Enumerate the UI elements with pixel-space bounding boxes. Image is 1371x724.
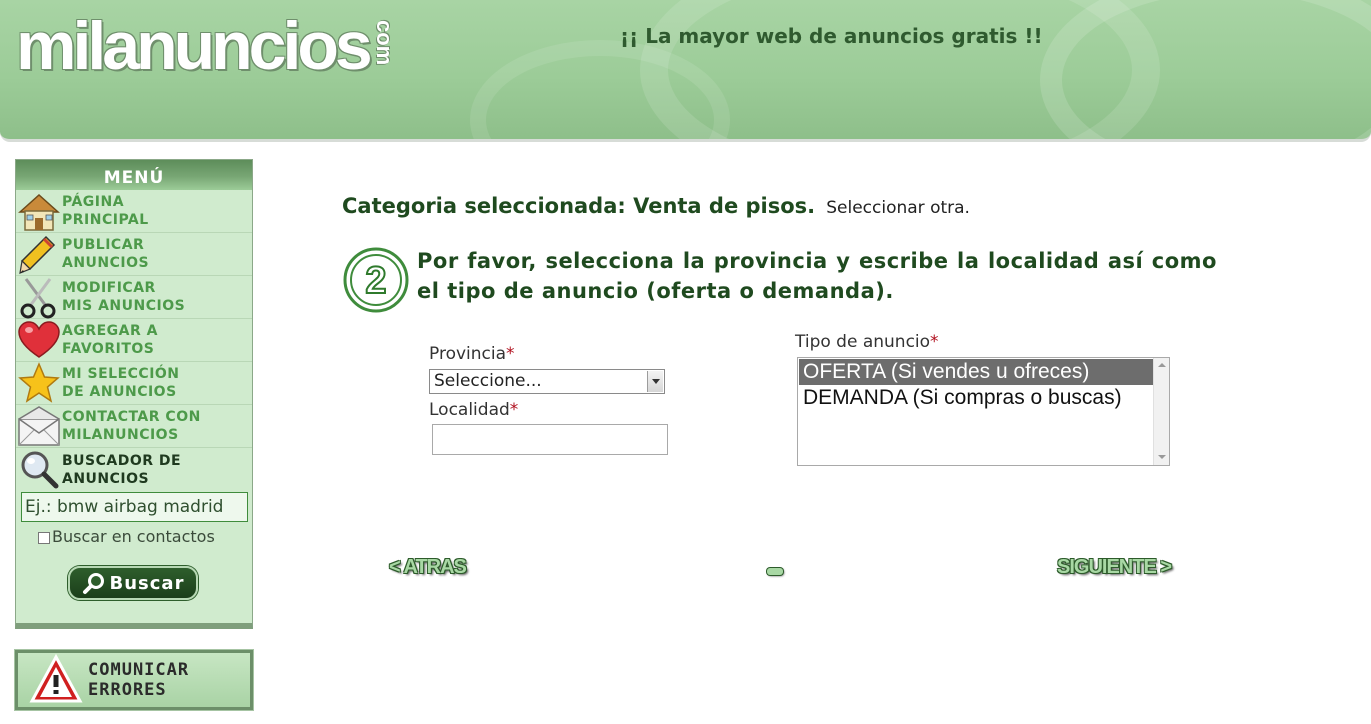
provincia-label: Provincia* xyxy=(429,344,515,364)
scroll-up-icon[interactable] xyxy=(1154,361,1170,371)
category-label: Categoria seleccionada: Venta de pisos. xyxy=(342,194,816,218)
search-button-label: Buscar xyxy=(109,572,185,594)
scissors-icon xyxy=(16,276,62,319)
sidebar-item-label: PRINCIPAL xyxy=(62,212,149,228)
sidebar-item-contact[interactable]: CONTACTAR CON MILANUNCIOS xyxy=(16,405,252,448)
tipo-anuncio-label: Tipo de anuncio* xyxy=(795,332,939,352)
back-button[interactable]: < ATRAS xyxy=(389,556,467,579)
magnifier-icon xyxy=(82,570,108,596)
sidebar-item-label: ANUNCIOS xyxy=(62,470,150,487)
tipo-option-oferta[interactable]: OFERTA (Si vendes u ofreces) xyxy=(799,359,1154,385)
warning-icon xyxy=(18,653,88,707)
provincia-select[interactable]: Seleccione... xyxy=(429,369,665,394)
report-label: ERRORES xyxy=(88,680,167,700)
pencil-icon xyxy=(16,233,62,276)
magnifier-icon xyxy=(16,448,62,491)
separator-dash xyxy=(767,568,783,575)
header-decoration xyxy=(1040,0,1371,139)
required-mark: * xyxy=(506,344,515,364)
site-tagline: ¡¡ La mayor web de anuncios gratis !! xyxy=(620,24,1043,48)
sidebar-item-modify[interactable]: MODIFICAR MIS ANUNCIOS xyxy=(16,276,252,319)
sidebar-menu: MENÚ PÁGINA PRINCIPAL PUBLICAR ANUNCIOS MO… xyxy=(15,159,253,629)
search-contacts-option[interactable]: Buscar en contactos xyxy=(38,527,215,546)
search-contacts-checkbox[interactable] xyxy=(38,531,50,544)
sidebar-item-search[interactable]: BUSCADOR DE ANUNCIOS xyxy=(16,448,252,491)
sidebar-item-label: PUBLICAR xyxy=(62,237,145,253)
sidebar-item-label: CONTACTAR CON xyxy=(62,409,201,425)
sidebar-item-label: AGREGAR A xyxy=(62,323,158,339)
tipo-option-demanda[interactable]: DEMANDA (Si compras o buscas) xyxy=(799,385,1154,411)
selected-category: Categoria seleccionada: Venta de pisos. … xyxy=(342,194,970,218)
home-icon xyxy=(16,190,62,233)
sidebar-item-favorites[interactable]: AGREGAR A FAVORITOS xyxy=(16,319,252,362)
tipo-anuncio-listbox[interactable]: OFERTA (Si vendes u ofreces) DEMANDA (Si… xyxy=(797,357,1170,466)
envelope-icon xyxy=(16,405,62,448)
heart-icon xyxy=(16,319,62,362)
chevron-down-icon[interactable] xyxy=(647,371,663,392)
search-button[interactable]: Buscar xyxy=(68,566,198,600)
sidebar-item-label: MILANUNCIOS xyxy=(62,427,179,443)
site-logo[interactable]: milanuncios com xyxy=(16,6,397,86)
report-errors-button[interactable]: COMUNICAR ERRORES xyxy=(15,650,253,710)
report-label: COMUNICAR xyxy=(88,660,190,680)
sidebar-item-label: ANUNCIOS xyxy=(62,255,150,271)
step-number-icon: 2 xyxy=(343,247,409,313)
localidad-input[interactable] xyxy=(432,424,668,455)
change-category-link[interactable]: Seleccionar otra. xyxy=(826,198,970,218)
next-button[interactable]: SIGUIENTE > xyxy=(1057,556,1172,579)
required-mark: * xyxy=(509,400,519,420)
sidebar-item-selection[interactable]: MI SELECCIÓN DE ANUNCIOS xyxy=(16,361,252,405)
sidebar-item-label: MI SELECCIÓN xyxy=(62,366,180,382)
sidebar-item-label: MIS ANUNCIOS xyxy=(62,298,186,314)
sidebar-item-label: FAVORITOS xyxy=(62,341,155,357)
step-instructions: Por favor, selecciona la provincia y esc… xyxy=(417,249,1217,303)
sidebar-item-label: BUSCADOR DE xyxy=(62,452,182,469)
provincia-selected-value: Seleccione... xyxy=(434,371,542,391)
menu-title: MENÚ xyxy=(16,160,252,190)
sidebar-item-label: DE ANUNCIOS xyxy=(62,384,177,400)
sidebar-item-label: MODIFICAR xyxy=(62,280,156,296)
logo-text: milanuncios xyxy=(16,8,373,84)
sidebar-item-publish[interactable]: PUBLICAR ANUNCIOS xyxy=(16,233,252,276)
scroll-down-icon[interactable] xyxy=(1154,452,1170,462)
localidad-label: Localidad* xyxy=(429,400,519,420)
sidebar-item-label: PÁGINA xyxy=(62,194,125,210)
logo-com-text: com xyxy=(371,20,397,66)
checkbox-label: Buscar en contactos xyxy=(52,527,215,546)
site-header: milanuncios com ¡¡ La mayor web de anunc… xyxy=(0,0,1371,142)
search-input[interactable]: Ej.: bmw airbag madrid xyxy=(21,492,248,522)
sidebar-item-home[interactable]: PÁGINA PRINCIPAL xyxy=(16,190,252,233)
step-number: 2 xyxy=(365,260,386,302)
star-icon xyxy=(16,361,62,405)
required-mark: * xyxy=(930,332,939,352)
listbox-scrollbar[interactable] xyxy=(1153,358,1169,465)
